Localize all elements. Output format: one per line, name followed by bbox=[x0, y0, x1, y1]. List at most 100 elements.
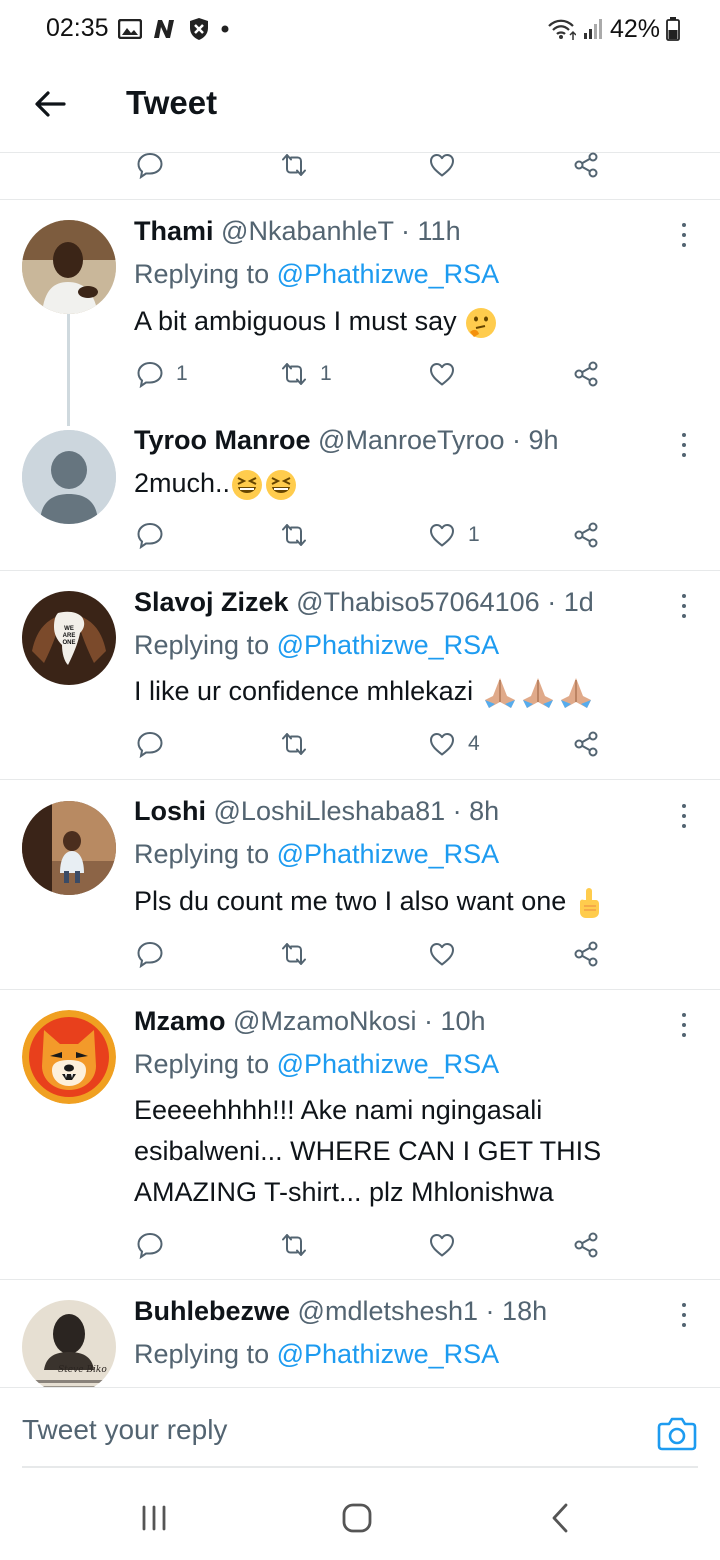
author-handle[interactable]: @mdletshesh1 bbox=[298, 1296, 479, 1326]
reply-button[interactable] bbox=[136, 937, 176, 971]
share-icon bbox=[574, 361, 598, 387]
author-name[interactable]: Mzamo bbox=[134, 1006, 226, 1036]
reply-button[interactable] bbox=[136, 518, 176, 552]
n-app-icon bbox=[154, 20, 174, 38]
reply-to-handle[interactable]: @Phathizwe_RSA bbox=[277, 1339, 500, 1369]
reply-to-handle[interactable]: @Phathizwe_RSA bbox=[277, 259, 500, 289]
author-handle[interactable]: @MzamoNkosi bbox=[233, 1006, 416, 1036]
tweet-author-line: Buhlebezwe @mdletshesh1 · 18h bbox=[134, 1296, 548, 1326]
avatar[interactable] bbox=[22, 430, 116, 524]
more-options-button[interactable] bbox=[672, 801, 696, 831]
author-handle[interactable]: @NkabanhleT bbox=[221, 216, 394, 246]
more-options-button[interactable] bbox=[672, 591, 696, 621]
svg-text:Steve Biko: Steve Biko bbox=[58, 1365, 107, 1375]
retweet-button[interactable] bbox=[280, 148, 308, 182]
page-title: Tweet bbox=[126, 84, 218, 121]
heart-icon bbox=[430, 733, 454, 756]
svg-text:ARE: ARE bbox=[63, 633, 76, 639]
retweet-icon bbox=[282, 943, 306, 965]
replying-to: Replying to @Phathizwe_RSA bbox=[134, 1049, 500, 1079]
author-name[interactable]: Tyroo Manroe bbox=[134, 425, 311, 455]
signal-icon bbox=[583, 19, 602, 39]
like-count: 4 bbox=[468, 732, 480, 755]
reply-button[interactable] bbox=[136, 148, 164, 182]
like-button[interactable]: 1 bbox=[428, 518, 480, 552]
tweet-text: I like ur confidence mhlekazi bbox=[134, 671, 674, 712]
reply-to-handle[interactable]: @Phathizwe_RSA bbox=[277, 1049, 500, 1079]
avatar-photo bbox=[22, 220, 116, 314]
author-name[interactable]: Buhlebezwe bbox=[134, 1296, 290, 1326]
share-icon bbox=[574, 1232, 598, 1258]
reply-input[interactable]: Tweet your reply bbox=[22, 1414, 227, 1446]
recent-apps-button[interactable] bbox=[124, 1488, 184, 1548]
battery-icon bbox=[666, 17, 680, 41]
share-button[interactable] bbox=[572, 1228, 600, 1262]
tweet-divider bbox=[0, 1279, 720, 1280]
more-options-button[interactable] bbox=[672, 1300, 696, 1330]
avatar[interactable] bbox=[22, 801, 116, 895]
avatar[interactable]: Steve Biko bbox=[22, 1300, 116, 1394]
retweet-button[interactable] bbox=[280, 727, 320, 761]
gallery-icon bbox=[118, 19, 142, 39]
retweet-button[interactable] bbox=[280, 937, 320, 971]
tweet-text: Pls du count me two I also want one bbox=[134, 881, 674, 922]
replying-to: Replying to @Phathizwe_RSA bbox=[134, 259, 500, 289]
camera-button[interactable] bbox=[656, 1412, 698, 1454]
author-handle[interactable]: @LoshiLleshaba81 bbox=[214, 796, 446, 826]
grinning-squinting-face-icon bbox=[232, 469, 263, 500]
home-button[interactable] bbox=[327, 1488, 387, 1548]
author-handle[interactable]: @Thabiso57064106 bbox=[296, 587, 540, 617]
avatar[interactable] bbox=[22, 1010, 116, 1104]
reply-icon bbox=[137, 361, 163, 388]
replying-to: Replying to @Phathizwe_RSA bbox=[134, 839, 500, 869]
default-profile-icon bbox=[22, 430, 116, 524]
shiba-inu-logo bbox=[22, 1010, 116, 1104]
like-button[interactable]: 4 bbox=[428, 727, 480, 761]
share-button[interactable] bbox=[572, 518, 600, 552]
heart-icon bbox=[430, 154, 454, 177]
share-button[interactable] bbox=[572, 357, 600, 391]
like-button[interactable] bbox=[428, 1228, 468, 1262]
tweet-time: 9h bbox=[528, 425, 559, 455]
tweet-author-line: Thami @NkabanhleT · 11h bbox=[134, 216, 461, 246]
retweet-count: 1 bbox=[320, 362, 332, 385]
wifi-icon bbox=[548, 19, 576, 40]
author-name[interactable]: Slavoj Zizek bbox=[134, 587, 289, 617]
share-button[interactable] bbox=[572, 727, 600, 761]
heart-icon bbox=[430, 943, 454, 966]
index-pointing-up-icon bbox=[579, 887, 599, 918]
retweet-button[interactable] bbox=[280, 1228, 320, 1262]
author-name[interactable]: Loshi bbox=[134, 796, 206, 826]
reply-icon bbox=[137, 731, 163, 758]
tweet-time: 1d bbox=[563, 587, 594, 617]
like-button[interactable] bbox=[428, 148, 456, 182]
heart-icon bbox=[430, 363, 454, 386]
share-button[interactable] bbox=[572, 937, 600, 971]
status-notification-icons bbox=[118, 14, 230, 44]
tweet-author-line: Loshi @LoshiLleshaba81 · 8h bbox=[134, 796, 500, 826]
author-handle[interactable]: @ManroeTyroo bbox=[318, 425, 504, 455]
like-button[interactable] bbox=[428, 357, 468, 391]
more-options-button[interactable] bbox=[672, 1010, 696, 1040]
avatar[interactable] bbox=[22, 220, 116, 314]
more-options-button[interactable] bbox=[672, 430, 696, 460]
reply-button[interactable] bbox=[136, 727, 176, 761]
like-button[interactable] bbox=[428, 937, 468, 971]
reply-to-handle[interactable]: @Phathizwe_RSA bbox=[277, 839, 500, 869]
replying-to: Replying to @Phathizwe_RSA bbox=[134, 1339, 500, 1369]
back-button[interactable] bbox=[28, 82, 72, 126]
retweet-button[interactable] bbox=[280, 518, 320, 552]
reply-count: 1 bbox=[176, 362, 188, 385]
share-button[interactable] bbox=[572, 148, 600, 182]
reply-to-handle[interactable]: @Phathizwe_RSA bbox=[277, 630, 500, 660]
more-options-button[interactable] bbox=[672, 220, 696, 250]
reply-icon bbox=[137, 152, 163, 179]
reply-button[interactable]: 1 bbox=[136, 357, 188, 391]
retweet-icon bbox=[282, 363, 306, 385]
author-name[interactable]: Thami bbox=[134, 216, 214, 246]
tweet-divider bbox=[0, 570, 720, 571]
avatar[interactable]: WE ARE ONE bbox=[22, 591, 116, 685]
reply-button[interactable] bbox=[136, 1228, 176, 1262]
retweet-button[interactable]: 1 bbox=[280, 357, 332, 391]
back-nav-button[interactable] bbox=[530, 1488, 590, 1548]
